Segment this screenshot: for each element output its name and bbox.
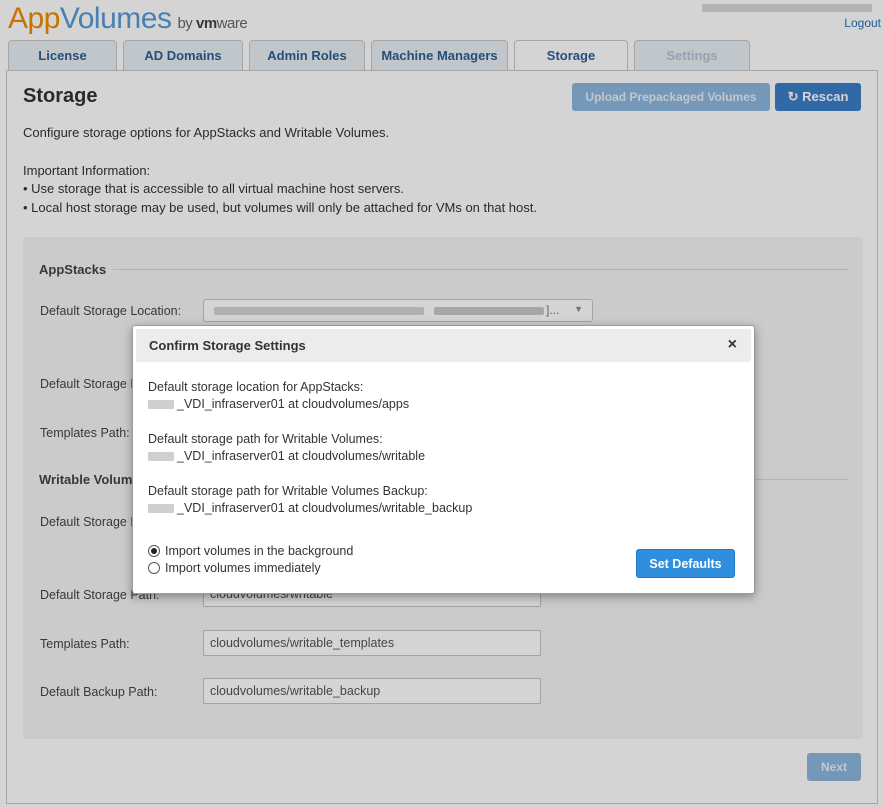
- set-defaults-button[interactable]: Set Defaults: [636, 549, 735, 578]
- radio-button-checked[interactable]: [148, 545, 160, 557]
- writable-backup-path-value: _VDI_infraserver01 at cloudvolumes/writa…: [148, 501, 472, 515]
- appstacks-location-label: Default storage location for AppStacks:: [148, 380, 364, 394]
- dialog-title: Confirm Storage Settings: [149, 338, 306, 353]
- redacted-text: [148, 400, 174, 409]
- import-immediately-option[interactable]: Import volumes immediately: [148, 561, 321, 575]
- writable-backup-path-label: Default storage path for Writable Volume…: [148, 484, 428, 498]
- confirm-storage-settings-dialog: Confirm Storage Settings × Default stora…: [132, 325, 755, 594]
- writable-path-label: Default storage path for Writable Volume…: [148, 432, 383, 446]
- close-icon[interactable]: ×: [728, 336, 737, 354]
- redacted-text: [148, 452, 174, 461]
- redacted-text: [148, 504, 174, 513]
- radio-button[interactable]: [148, 562, 160, 574]
- dialog-header: Confirm Storage Settings ×: [136, 329, 751, 362]
- appstacks-location-value: _VDI_infraserver01 at cloudvolumes/apps: [148, 397, 409, 411]
- writable-path-value: _VDI_infraserver01 at cloudvolumes/writa…: [148, 449, 425, 463]
- import-background-option[interactable]: Import volumes in the background: [148, 544, 353, 558]
